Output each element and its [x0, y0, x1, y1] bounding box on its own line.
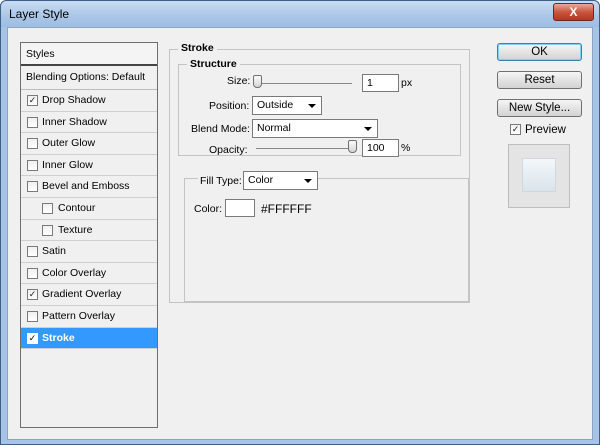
- layer-style-dialog: Layer Style X Styles Blending Options: D…: [0, 0, 600, 445]
- chevron-down-icon: [364, 127, 372, 131]
- styles-header[interactable]: Styles: [21, 43, 157, 66]
- style-item-stroke[interactable]: ✓ Stroke: [21, 327, 157, 350]
- style-item-drop-shadow[interactable]: ✓ Drop Shadow: [21, 90, 157, 112]
- size-input[interactable]: 1: [362, 74, 399, 92]
- blend-mode-value: Normal: [257, 122, 291, 134]
- blend-mode-dropdown[interactable]: Normal: [252, 119, 378, 138]
- inner-glow-checkbox[interactable]: [27, 159, 38, 171]
- window-title: Layer Style: [9, 7, 70, 21]
- style-item-label: Stroke: [42, 331, 75, 344]
- style-item-label: Contour: [58, 201, 96, 214]
- opacity-label: Opacity:: [209, 144, 248, 156]
- title-bar[interactable]: Layer Style X: [1, 1, 599, 27]
- dialog-body: Styles Blending Options: Default ✓ Drop …: [7, 27, 593, 440]
- fill-type-value: Color: [248, 174, 274, 186]
- styles-list: Styles Blending Options: Default ✓ Drop …: [20, 42, 158, 428]
- size-label: Size:: [227, 75, 251, 87]
- style-item-label: Pattern Overlay: [42, 309, 115, 322]
- size-slider-thumb[interactable]: [253, 75, 262, 88]
- style-item-color-overlay[interactable]: Color Overlay: [21, 263, 157, 285]
- style-item-inner-shadow[interactable]: Inner Shadow: [21, 112, 157, 134]
- pattern-overlay-checkbox[interactable]: [27, 310, 38, 322]
- inner-shadow-checkbox[interactable]: [27, 116, 38, 128]
- style-item-texture[interactable]: Texture: [21, 220, 157, 242]
- outer-glow-checkbox[interactable]: [27, 138, 38, 150]
- preview-swatch: [522, 158, 556, 192]
- style-item-label: Satin: [42, 245, 66, 258]
- structure-title: Structure: [187, 58, 240, 70]
- preview-thumbnail: [508, 144, 570, 208]
- position-dropdown[interactable]: Outside: [252, 96, 322, 115]
- preview-label: Preview: [525, 124, 566, 136]
- satin-checkbox[interactable]: [27, 246, 38, 258]
- style-item-gradient-overlay[interactable]: ✓ Gradient Overlay: [21, 284, 157, 306]
- style-item-pattern-overlay[interactable]: Pattern Overlay: [21, 306, 157, 328]
- preview-checkbox[interactable]: ✓: [510, 124, 521, 135]
- drop-shadow-checkbox[interactable]: ✓: [27, 95, 38, 106]
- chevron-down-icon: [308, 104, 316, 108]
- color-overlay-checkbox[interactable]: [27, 267, 38, 279]
- color-hex: #FFFFFF: [261, 202, 312, 216]
- fill-type-group: [184, 178, 469, 302]
- stroke-section-title: Stroke: [178, 42, 217, 54]
- style-item-outer-glow[interactable]: Outer Glow: [21, 133, 157, 155]
- gradient-overlay-checkbox[interactable]: ✓: [27, 289, 38, 301]
- new-style-button[interactable]: New Style...: [497, 99, 582, 117]
- opacity-slider-thumb[interactable]: [348, 140, 357, 153]
- stroke-checkbox[interactable]: ✓: [27, 332, 38, 344]
- fill-type-label: Fill Type:: [198, 175, 244, 187]
- style-item-label: Drop Shadow: [42, 94, 106, 106]
- ok-button[interactable]: OK: [497, 43, 582, 61]
- fill-type-dropdown[interactable]: Color: [243, 171, 318, 190]
- style-item-label: Outer Glow: [42, 137, 96, 150]
- reset-button[interactable]: Reset: [497, 71, 582, 89]
- style-item-contour[interactable]: Contour: [21, 198, 157, 220]
- position-label: Position:: [209, 100, 250, 112]
- style-item-inner-glow[interactable]: Inner Glow: [21, 155, 157, 177]
- style-item-label: Bevel and Emboss: [42, 180, 130, 193]
- chevron-down-icon: [304, 179, 312, 183]
- opacity-slider-track[interactable]: [256, 148, 352, 149]
- bevel-and-emboss-checkbox[interactable]: [27, 181, 38, 193]
- style-item-label: Inner Shadow: [42, 115, 107, 128]
- opacity-unit: %: [401, 142, 411, 154]
- style-item-label: Inner Glow: [42, 158, 93, 171]
- style-item-label: Gradient Overlay: [42, 288, 122, 301]
- position-value: Outside: [257, 99, 294, 111]
- opacity-input[interactable]: 100: [362, 139, 399, 157]
- size-unit: px: [401, 77, 413, 89]
- close-button[interactable]: X: [553, 3, 594, 21]
- style-item-label: Texture: [58, 223, 93, 236]
- texture-checkbox[interactable]: [42, 224, 53, 236]
- blending-options-item[interactable]: Blending Options: Default: [21, 66, 157, 90]
- contour-checkbox[interactable]: [42, 202, 53, 214]
- size-slider-track[interactable]: [256, 83, 352, 84]
- blend-mode-label: Blend Mode:: [191, 123, 250, 135]
- color-label: Color:: [194, 203, 223, 215]
- style-item-satin[interactable]: Satin: [21, 241, 157, 263]
- color-swatch[interactable]: [225, 199, 255, 217]
- style-item-bevel-and-emboss[interactable]: Bevel and Emboss: [21, 176, 157, 198]
- style-item-label: Color Overlay: [42, 266, 107, 279]
